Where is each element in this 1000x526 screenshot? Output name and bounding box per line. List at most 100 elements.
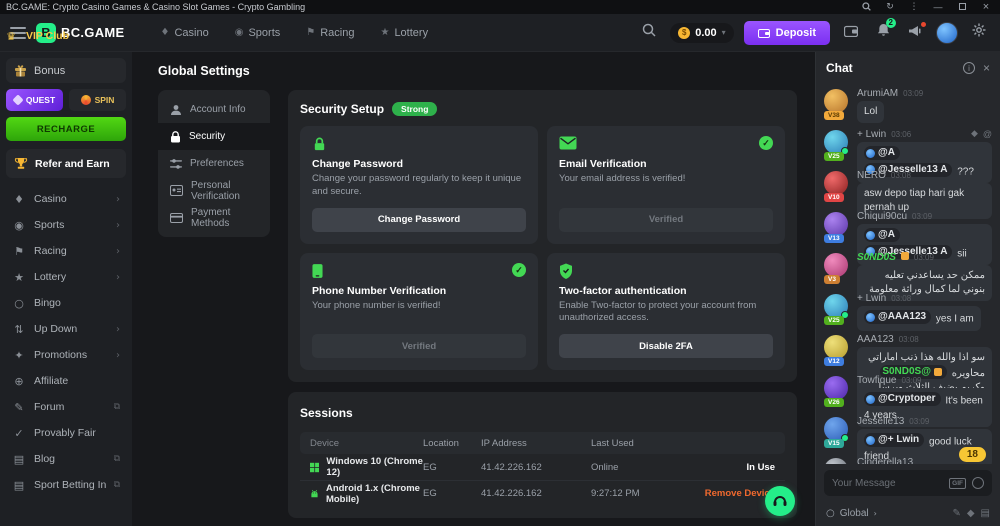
user-avatar[interactable] <box>936 22 958 44</box>
chat-rules-icon[interactable]: ✎ <box>952 508 960 519</box>
balance-selector[interactable]: $ 0.00 ▾ <box>670 23 733 43</box>
sessions-panel: Sessions Device Location IP Address Last… <box>288 392 797 518</box>
remove-device-button[interactable]: Remove Device <box>683 488 775 499</box>
tab-personal-verification[interactable]: Personal Verification <box>158 177 270 204</box>
avatar[interactable] <box>824 130 848 154</box>
avatar[interactable] <box>824 294 848 318</box>
avatar[interactable] <box>824 417 848 441</box>
avatar[interactable] <box>824 458 848 464</box>
close-window-button[interactable]: × <box>978 2 994 12</box>
chat-username[interactable]: ArumiAM <box>857 88 898 99</box>
session-ip: 41.42.226.162 <box>481 462 591 473</box>
tab-security[interactable]: Security <box>158 123 270 150</box>
mention-chip[interactable]: @+ Lwin <box>864 433 924 447</box>
search-page-icon[interactable] <box>858 2 874 13</box>
chat-gift-icon[interactable]: ▤ <box>981 508 990 519</box>
change-password-button[interactable]: Change Password <box>312 208 526 232</box>
chat-info-icon[interactable]: i <box>963 62 975 74</box>
deposit-button[interactable]: Deposit <box>744 21 830 45</box>
disable-2fa-button[interactable]: Disable 2FA <box>559 334 773 358</box>
nav-casino[interactable]: ♦Casino <box>161 27 209 39</box>
sidebar-item-updown[interactable]: ⇅Up Down› <box>6 316 126 342</box>
sidebar-item-casino[interactable]: ♦Casino› <box>6 186 126 212</box>
spin-button[interactable]: SPIN <box>69 89 126 111</box>
avatar[interactable] <box>824 253 848 277</box>
bonus-label: Bonus <box>34 65 65 77</box>
reload-icon[interactable]: ↻ <box>882 2 898 12</box>
sidebar-item-blog[interactable]: ▤Blog⧉ <box>6 446 126 472</box>
chat-messages: V38 ArumiAM03:09 Lol V25 + Lwin03:06 ◆@ … <box>816 84 1000 464</box>
card-desc: Your email address is verified! <box>559 173 773 199</box>
bonus-button[interactable]: Bonus <box>6 58 126 83</box>
tab-preferences[interactable]: Preferences <box>158 150 270 177</box>
gift-icon <box>14 64 27 77</box>
tab-account-info[interactable]: Account Info <box>158 96 270 123</box>
nav-lottery[interactable]: ★Lottery <box>380 27 428 39</box>
vip-badge: V12 <box>824 357 844 366</box>
chat-username[interactable]: Chiqui90cu <box>857 211 907 222</box>
mention-chip[interactable]: @Cryptoper <box>864 392 941 406</box>
balance-amount: 0.00 <box>695 27 716 39</box>
security-setup-title: Security Setup <box>300 102 384 116</box>
avatar[interactable] <box>824 212 848 236</box>
sidebar-item-forum[interactable]: ✎Forum⧉ <box>6 394 126 420</box>
sidebar-item-provably-fair[interactable]: ✓Provably Fair <box>6 420 126 446</box>
sidebar-item-promotions[interactable]: ✦Promotions› <box>6 342 126 368</box>
sidebar-item-sport-betting-insights[interactable]: ▤Sport Betting Insig...⧉ <box>6 472 126 498</box>
card-title: Change Password <box>312 158 526 170</box>
level-badge[interactable]: 18 <box>959 447 986 462</box>
sidebar-item-sports[interactable]: ◉Sports› <box>6 212 126 238</box>
emoji-picker-icon[interactable] <box>972 477 984 489</box>
support-button[interactable] <box>765 486 795 516</box>
window-title: BC.GAME: Crypto Casino Games & Casino Sl… <box>6 2 850 12</box>
chat-username[interactable]: Cinderella13 <box>857 457 913 464</box>
refer-and-earn-button[interactable]: Refer and Earn <box>6 149 126 178</box>
chat-username[interactable]: AAA123 <box>857 334 894 345</box>
sidebar-item-bingo[interactable]: ○Bingo <box>6 290 126 316</box>
chat-username[interactable]: + Lwin <box>857 129 886 140</box>
chat-username[interactable]: NERO <box>857 170 886 181</box>
quest-button[interactable]: QUEST <box>6 89 63 111</box>
mention-chip[interactable]: @A <box>864 228 900 242</box>
announcements-icon[interactable] <box>904 24 926 42</box>
sidebar-item-affiliate[interactable]: ⊕Affiliate <box>6 368 126 394</box>
mention-chip[interactable]: @A <box>864 146 900 160</box>
chat-close-icon[interactable]: × <box>983 61 990 75</box>
notifications-bell-icon[interactable]: 2 <box>872 23 894 42</box>
email-verified-button[interactable]: Verified <box>559 208 773 232</box>
sidebar-item-lottery[interactable]: ★Lottery› <box>6 264 126 290</box>
chat-username[interactable]: Jesselle13 <box>857 416 904 427</box>
card-desc: Your phone number is verified! <box>312 300 526 326</box>
avatar[interactable] <box>824 171 848 195</box>
flag-icon: ⚑ <box>306 27 315 38</box>
chat-username[interactable]: Towfique <box>857 375 896 386</box>
chat-username[interactable]: + Lwin <box>857 293 886 304</box>
recharge-button[interactable]: RECHARGE <box>6 117 126 141</box>
session-ip: 41.42.226.162 <box>481 488 591 499</box>
minimize-button[interactable]: — <box>930 2 946 12</box>
nav-sports[interactable]: ◉Sports <box>235 27 281 39</box>
tip-icon[interactable]: ◆ <box>971 129 978 139</box>
sidebar-item-racing[interactable]: ⚑Racing› <box>6 238 126 264</box>
avatar[interactable] <box>824 89 848 113</box>
left-sidebar: Bonus QUEST SPIN RECHARGE Refer and Earn… <box>0 52 132 526</box>
chat-room-selector[interactable]: ○Global› <box>826 508 946 519</box>
mention-chip[interactable]: @AAA123 <box>864 310 931 324</box>
security-setup-panel: Security Setup Strong Change Password Ch… <box>288 90 797 382</box>
rain-tip-icon[interactable]: ◆ <box>967 508 975 519</box>
avatar[interactable] <box>824 376 848 400</box>
mention-icon[interactable]: @ <box>983 129 992 139</box>
gif-picker-icon[interactable]: GIF <box>949 478 966 489</box>
titlebar-menu-icon[interactable]: ⋮ <box>906 2 922 12</box>
maximize-button[interactable] <box>954 2 970 12</box>
chat-username[interactable]: S0ND0S <box>857 252 896 263</box>
external-link-icon: ⧉ <box>114 454 120 464</box>
chat-message-input[interactable] <box>832 478 943 489</box>
nav-racing[interactable]: ⚑Racing <box>306 27 354 39</box>
tab-payment-methods[interactable]: Payment Methods <box>158 204 270 231</box>
settings-gear-icon[interactable] <box>968 23 990 42</box>
phone-verified-button[interactable]: Verified <box>312 334 526 358</box>
wallet-nav-icon[interactable] <box>840 24 862 42</box>
search-icon[interactable] <box>638 23 660 42</box>
avatar[interactable] <box>824 335 848 359</box>
